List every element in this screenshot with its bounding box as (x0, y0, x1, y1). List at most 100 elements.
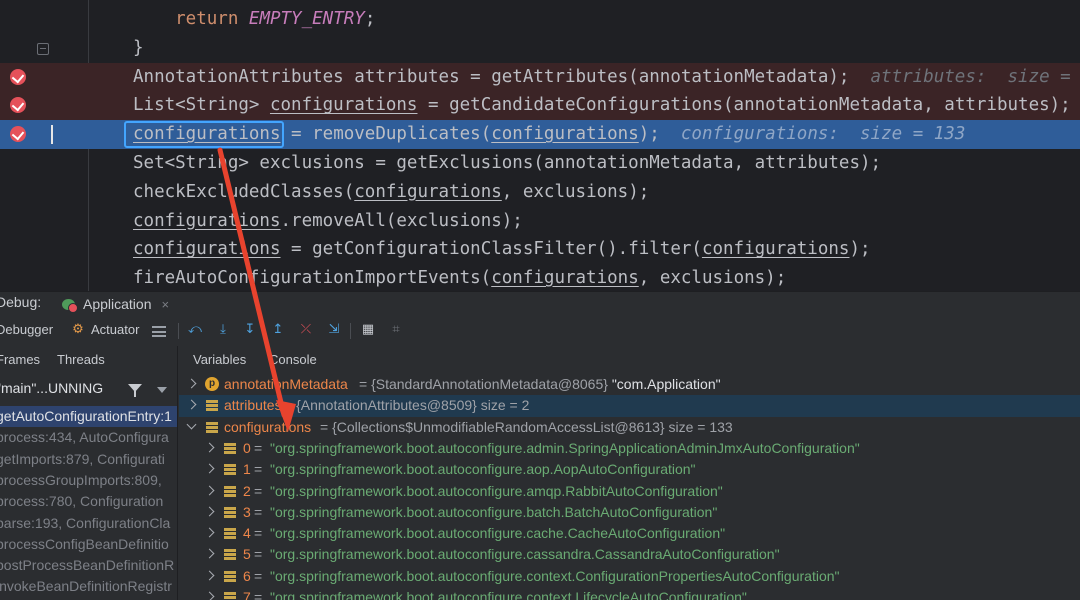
toolbar-divider (350, 323, 351, 339)
code-line[interactable]: Set<String> exclusions = getExclusions(a… (0, 149, 1080, 178)
stack-frame[interactable]: processConfigBeanDefinitio (0, 534, 177, 555)
stack-frame[interactable]: parse:193, ConfigurationCla (0, 513, 177, 534)
stack-frame[interactable]: getImports:879, Configurati (0, 449, 177, 470)
fold-toggle-icon[interactable] (37, 42, 49, 55)
code-token: ); (638, 124, 660, 145)
stack-frame-label: processGroupImports:809, (0, 471, 162, 488)
item-value: "org.springframework.boot.autoconfigure.… (270, 589, 747, 600)
code-line[interactable]: configurations.removeAll(exclusions); (0, 207, 1080, 236)
list-item[interactable]: 4 = "org.springframework.boot.autoconfig… (179, 523, 1080, 544)
expand-arrow-icon[interactable] (205, 571, 215, 581)
stack-frame[interactable]: postProcessBeanDefinitionR (0, 555, 177, 576)
code-text: fireAutoConfigurationImportEvents(config… (133, 264, 786, 291)
code-text: configurations = getConfigurationClassFi… (133, 235, 871, 264)
variable-value: = {Collections$UnmodifiableRandomAccessL… (320, 418, 733, 435)
collapse-arrow-icon[interactable] (187, 422, 197, 432)
expand-arrow-icon[interactable] (187, 379, 197, 389)
list-item[interactable]: 6 = "org.springframework.boot.autoconfig… (179, 566, 1080, 587)
item-index: 3 (243, 503, 251, 520)
tab-threads[interactable]: Threads (57, 352, 105, 367)
item-value: "org.springframework.boot.autoconfigure.… (270, 546, 780, 563)
expand-arrow-icon[interactable] (205, 507, 215, 517)
list-item[interactable]: 2 = "org.springframework.boot.autoconfig… (179, 481, 1080, 502)
code-line[interactable]: return EMPTY_ENTRY; (0, 5, 1080, 34)
chevron-down-icon[interactable] (157, 387, 167, 393)
toolbar-divider (178, 323, 179, 339)
code-token: AnnotationAttributes attributes = getAtt… (133, 66, 850, 87)
code-token: .removeAll(exclusions); (280, 210, 523, 231)
expand-arrow-icon[interactable] (205, 443, 215, 453)
list-item[interactable]: 1 = "org.springframework.boot.autoconfig… (179, 459, 1080, 480)
close-tab-icon[interactable]: × (162, 297, 170, 312)
stack-frame[interactable]: process:434, AutoConfigura (0, 427, 177, 448)
code-text: return EMPTY_ENTRY; (133, 5, 375, 34)
list-item[interactable]: 5 = "org.springframework.boot.autoconfig… (179, 544, 1080, 565)
code-token: , exclusions); (501, 181, 650, 202)
code-token: = getCandidateConfigurations(annotationM… (417, 95, 1071, 116)
tab-debugger[interactable]: Debugger (0, 322, 53, 337)
stack-frame-label: getImports:879, Configurati (0, 450, 165, 467)
expand-arrow-icon[interactable] (205, 464, 215, 474)
code-text: AnnotationAttributes attributes = getAtt… (133, 63, 1080, 92)
stack-frame-label: processConfigBeanDefinitio (0, 535, 169, 552)
variable-value: = {StandardAnnotationMetadata@8065} "com… (359, 376, 721, 392)
step-into-icon[interactable]: ↧ (242, 322, 258, 338)
tab-actuator[interactable]: Actuator (91, 322, 139, 337)
tab-variables[interactable]: Variables (193, 352, 246, 367)
code-line[interactable]: configurations = getConfigurationClassFi… (0, 235, 1080, 264)
expand-arrow-icon[interactable] (187, 400, 197, 410)
equals-sign: = (254, 567, 263, 584)
item-value: "org.springframework.boot.autoconfigure.… (270, 567, 840, 584)
expand-arrow-icon[interactable] (205, 486, 215, 496)
text-caret (51, 125, 53, 145)
expand-arrow-icon[interactable] (205, 549, 215, 559)
breakpoint-icon[interactable] (10, 68, 26, 85)
run-config-tab[interactable]: Application × (62, 292, 169, 316)
list-item[interactable]: 7 = "org.springframework.boot.autoconfig… (179, 587, 1080, 600)
breakpoint-icon[interactable] (10, 97, 26, 114)
expand-arrow-icon[interactable] (205, 528, 215, 538)
code-line[interactable]: checkExcludedClasses(configurations, exc… (0, 178, 1080, 207)
layout-menu-icon[interactable] (152, 326, 166, 337)
drop-frame-icon[interactable]: ⤫ (298, 322, 314, 338)
code-line[interactable]: } (0, 34, 1080, 63)
inline-debug-hint: configurations: size = 133 (659, 124, 966, 145)
stack-frame-label: postProcessBeanDefinitionR (0, 557, 175, 574)
list-item[interactable]: 0 = "org.springframework.boot.autoconfig… (179, 438, 1080, 459)
filter-icon[interactable] (128, 384, 142, 397)
variable-row[interactable]: configurations = {Collections$Unmodifiab… (179, 417, 1080, 438)
debug-header: Debug: Application × (0, 292, 1080, 316)
variable-value: = {AnnotationAttributes@8509} size = 2 (284, 397, 530, 414)
spring-run-icon (62, 297, 78, 313)
code-line[interactable]: List<String> configurations = getCandida… (0, 91, 1080, 121)
stack-frame[interactable]: invokeBeanDefinitionRegistr (0, 576, 177, 597)
run-to-cursor-icon[interactable]: ⇲ (326, 322, 342, 338)
variable-row[interactable]: attributes = {AnnotationAttributes@8509}… (179, 395, 1080, 417)
tab-frames[interactable]: Frames (0, 352, 40, 367)
expand-arrow-icon[interactable] (205, 592, 215, 600)
code-editor[interactable]: return EMPTY_ENTRY;} AnnotationAttributes… (0, 0, 1080, 291)
item-value: "org.springframework.boot.autoconfigure.… (270, 503, 718, 520)
thread-selector[interactable]: "main"...UNNING (0, 376, 177, 400)
variable-row[interactable]: p annotationMetadata = {StandardAnnotati… (179, 374, 1080, 395)
tab-console[interactable]: Console (269, 352, 317, 367)
show-execution-point-icon[interactable]: ⤺ (187, 322, 203, 338)
trace-icon[interactable]: ⌗ (388, 322, 404, 338)
run-config-label: Application (83, 296, 152, 312)
code-text: List<String> configurations = getCandida… (133, 91, 1080, 120)
step-out-icon[interactable]: ↥ (270, 322, 286, 338)
list-item[interactable]: 3 = "org.springframework.boot.autoconfig… (179, 502, 1080, 523)
stack-frame[interactable]: processGroupImports:809, (0, 470, 177, 491)
code-line[interactable]: AnnotationAttributes attributes = getAtt… (0, 62, 1080, 92)
breakpoint-icon[interactable] (10, 126, 26, 143)
current-execution-line[interactable]: configurations = removeDuplicates(config… (0, 120, 1080, 149)
code-token: checkExcludedClasses( (133, 181, 355, 202)
stack-frame[interactable]: getAutoConfigurationEntry:1 (0, 406, 177, 427)
evaluate-expression-icon[interactable]: ▦ (360, 322, 376, 338)
step-over-icon[interactable]: ⤓ (215, 322, 231, 338)
code-line[interactable]: fireAutoConfigurationImportEvents(config… (0, 264, 1080, 291)
equals-sign: = (254, 482, 263, 499)
stack-frame[interactable]: process:780, Configuration (0, 491, 177, 512)
variable-name: annotationMetadata (224, 376, 348, 392)
item-value: "org.springframework.boot.autoconfigure.… (270, 482, 723, 499)
